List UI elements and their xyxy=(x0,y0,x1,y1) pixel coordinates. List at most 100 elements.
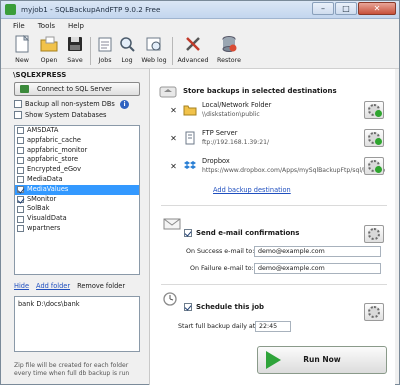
database-checkbox[interactable] xyxy=(17,186,24,194)
show-system-checkbox[interactable] xyxy=(14,111,22,119)
database-name: wpartners xyxy=(27,223,61,232)
schedule-enable-checkbox[interactable] xyxy=(184,303,192,311)
restore-button[interactable]: Restore xyxy=(215,35,243,67)
title-bar: myjob1 - SQLBackupAndFTP 9.0.2 Free – □ … xyxy=(1,1,399,19)
store-backups-header: Store backups in selected destinations xyxy=(183,87,337,95)
database-list-item[interactable]: SolBak xyxy=(15,204,139,214)
add-folder-link[interactable]: Add folder xyxy=(36,282,70,290)
database-checkbox[interactable] xyxy=(17,225,24,233)
remove-folder-link[interactable]: Remove folder xyxy=(77,282,125,290)
new-file-icon xyxy=(15,34,30,53)
window-title: myjob1 - SQLBackupAndFTP 9.0.2 Free xyxy=(21,5,161,14)
database-checkbox[interactable] xyxy=(17,166,24,174)
weblog-button[interactable]: Web log xyxy=(139,35,169,67)
database-list-item[interactable]: AMSDATA xyxy=(15,126,139,136)
minimize-button[interactable]: – xyxy=(312,2,334,15)
schedule-settings-button[interactable] xyxy=(364,303,384,321)
remove-destination-button[interactable]: ✕ xyxy=(169,106,178,115)
destination-path: https://www.dropbox.com/Apps/mySqlBackup… xyxy=(202,167,386,174)
save-button[interactable]: Save xyxy=(64,35,86,67)
database-list-item[interactable]: SMonitor xyxy=(15,195,139,205)
connect-label: Connect to SQL Server xyxy=(37,85,112,93)
open-label: Open xyxy=(40,57,58,64)
remove-destination-button[interactable]: ✕ xyxy=(169,134,178,143)
menu-bar: File Tools Help xyxy=(1,19,399,32)
weblog-icon xyxy=(146,37,161,51)
email-enable-checkbox[interactable] xyxy=(184,229,192,237)
show-system-label: Show System Databases xyxy=(25,111,107,119)
database-list-item[interactable]: wpartners xyxy=(15,224,139,234)
new-button[interactable]: New xyxy=(11,34,33,67)
hide-link[interactable]: Hide xyxy=(14,282,29,290)
folder-list[interactable]: bank D:\docs\bank xyxy=(14,296,140,352)
log-button[interactable]: Log xyxy=(118,35,136,67)
database-list-item[interactable]: MediaValues xyxy=(15,184,139,195)
store-backups-icon xyxy=(159,86,177,98)
database-checkbox[interactable] xyxy=(17,205,24,213)
on-success-label: On Success e-mail to: xyxy=(186,248,255,255)
database-list-item[interactable]: MediaData xyxy=(15,175,139,185)
check-badge-icon xyxy=(375,110,382,117)
destination-settings-button[interactable] xyxy=(364,101,384,119)
start-time-field[interactable]: 22:45 xyxy=(255,321,291,332)
save-disk-icon xyxy=(68,37,82,51)
email-header: Send e-mail confirmations xyxy=(196,229,300,237)
folder-entry[interactable]: bank D:\docs\bank xyxy=(18,300,136,308)
advanced-label: Advanced xyxy=(177,57,209,64)
jobs-label: Jobs xyxy=(98,57,112,64)
database-name: VisualdData xyxy=(27,214,67,223)
menu-file[interactable]: File xyxy=(13,22,25,30)
menu-tools[interactable]: Tools xyxy=(38,22,55,30)
backup-all-option[interactable]: Backup all non-system DBs xyxy=(14,100,115,110)
email-settings-button[interactable] xyxy=(364,225,384,243)
remove-destination-button[interactable]: ✕ xyxy=(169,162,178,171)
add-destination-link[interactable]: Add backup destination xyxy=(213,186,291,194)
on-success-email-field[interactable]: demo@example.com xyxy=(254,246,381,257)
connect-plug-icon xyxy=(20,85,29,93)
open-button[interactable]: Open xyxy=(37,35,61,67)
advanced-button[interactable]: Advanced xyxy=(176,35,210,67)
database-checkbox[interactable] xyxy=(17,195,24,203)
show-system-option[interactable]: Show System Databases xyxy=(14,111,106,121)
database-list-item[interactable]: appfabric_cache xyxy=(15,136,139,146)
destination-path: ftp://192.168.1.39:21/ xyxy=(202,139,270,146)
server-name: \SQLEXPRESS xyxy=(13,71,67,79)
database-list[interactable]: AMSDATA appfabric_cache appfabric_monitor a… xyxy=(14,125,140,275)
backup-all-checkbox[interactable] xyxy=(14,100,22,108)
database-checkbox[interactable] xyxy=(17,137,24,145)
weblog-label: Web log xyxy=(141,57,167,64)
destination-settings-button[interactable] xyxy=(364,157,384,175)
database-checkbox[interactable] xyxy=(17,127,24,135)
database-name: MediaValues xyxy=(27,184,69,193)
schedule-header: Schedule this job xyxy=(196,303,265,311)
destination-settings-button[interactable] xyxy=(364,129,384,147)
email-enable-checkbox-wrap xyxy=(184,229,192,237)
database-name: AMSDATA xyxy=(27,126,59,134)
database-list-item[interactable]: Encrypted_eGov xyxy=(15,165,139,175)
info-icon[interactable]: i xyxy=(120,100,129,109)
database-name: Encrypted_eGov xyxy=(27,165,81,174)
backup-all-label: Backup all non-system DBs xyxy=(25,100,115,108)
maximize-button[interactable]: □ xyxy=(335,2,357,15)
database-list-item[interactable]: appfabric_store xyxy=(15,155,139,165)
close-button[interactable]: ✕ xyxy=(358,2,396,15)
database-name: appfabric_monitor xyxy=(27,145,88,154)
database-list-item[interactable]: appfabric_monitor xyxy=(15,146,139,156)
tools-icon xyxy=(186,37,200,51)
jobs-button[interactable]: Jobs xyxy=(95,35,115,67)
database-name: MediaData xyxy=(27,174,63,183)
on-failure-email-field[interactable]: demo@example.com xyxy=(254,263,381,274)
connect-button[interactable]: Connect to SQL Server xyxy=(14,82,140,96)
database-checkbox[interactable] xyxy=(17,176,24,184)
database-checkbox[interactable] xyxy=(17,147,24,154)
new-label: New xyxy=(15,57,29,64)
database-list-item[interactable]: VisualdData xyxy=(15,214,139,224)
database-name: appfabric_cache xyxy=(27,135,81,144)
database-checkbox[interactable] xyxy=(17,215,24,223)
save-label: Save xyxy=(67,57,83,64)
run-now-button[interactable]: Run Now xyxy=(257,346,387,374)
destination-name: Dropbox xyxy=(202,157,230,165)
database-checkbox[interactable] xyxy=(17,156,24,164)
app-window: myjob1 - SQLBackupAndFTP 9.0.2 Free – □ … xyxy=(0,0,400,385)
menu-help[interactable]: Help xyxy=(68,22,84,30)
